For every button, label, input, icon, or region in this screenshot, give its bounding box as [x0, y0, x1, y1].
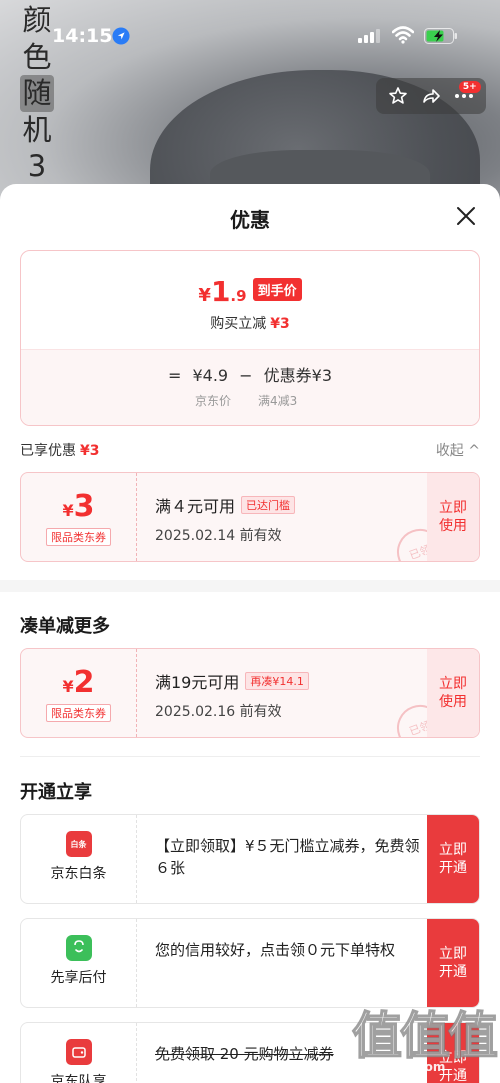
message-count-badge: 5+ — [458, 81, 481, 93]
title-char: 3 — [27, 149, 47, 183]
use-coupon-button[interactable]: 立即 使用 — [427, 473, 479, 561]
section-divider — [0, 580, 500, 592]
section-separator — [20, 756, 480, 757]
reduction-amount: ¥3 — [270, 316, 290, 332]
coupon-condition: 满19元可用 再凑¥14.1 — [155, 669, 309, 693]
cellular-signal-icon — [358, 29, 380, 43]
coupon-kind-tag: 限品类东券 — [46, 528, 111, 546]
coupon-card: ¥ 3 限品类东券 满４元可用 已达门槛 2025.02.14 前有效 已领 立… — [20, 472, 480, 562]
coupon-kind-tag: 限品类东券 — [46, 704, 111, 722]
price-summary-card: ¥ 1 .9 到手价 购买立减 ¥3 = ¥4.9 − 优惠券¥3 京东价 满4减… — [20, 250, 480, 426]
formula-coupon: 优惠券¥3 — [263, 366, 333, 385]
title-char: 随 — [20, 75, 54, 112]
formula-original-price: ¥4.9 — [192, 366, 229, 385]
pay-later-card: 先享后付 您的信用较好，点击领０元下单特权 立即 开通 — [20, 918, 480, 1008]
watermark-text: zhizhizhi.com — [354, 1060, 446, 1074]
coupon-status-flag: 再凑¥14.1 — [245, 672, 309, 690]
coupon-card: ¥ 2 限品类东券 满19元可用 再凑¥14.1 2025.02.16 前有效 … — [20, 648, 480, 738]
location-arrow-icon — [112, 27, 130, 45]
battery-charging-icon — [424, 28, 457, 44]
more-discount-title: 凑单减更多 — [20, 616, 110, 637]
purchase-reduction: 购买立减 ¥3 — [21, 313, 479, 333]
service-name: 京东队享 — [50, 1074, 107, 1083]
final-price: ¥ 1 .9 到手价 — [21, 275, 479, 308]
shopping-bag-icon — [65, 935, 92, 961]
final-price-integer: 1 — [210, 275, 231, 308]
baitiao-card: 白条 京东白条 【立即领取】¥５无门槛立减券，免费领６张 立即 开通 — [20, 814, 480, 904]
formula-minus: − — [239, 366, 253, 385]
close-icon[interactable] — [454, 204, 478, 228]
price-formula: = ¥4.9 − 优惠券¥3 — [21, 362, 479, 386]
open-now-button[interactable]: 立即 开通 — [427, 815, 479, 903]
baitiao-logo-text: 白条 — [70, 839, 87, 849]
baitiao-logo-icon: 白条 — [65, 831, 92, 857]
service-name: 京东白条 — [50, 866, 107, 882]
status-time: 14:15 — [52, 25, 113, 47]
enjoyed-discount: 已享优惠 ¥3 — [20, 440, 99, 460]
wallet-icon — [65, 1039, 92, 1065]
coupon-status-flag: 已达门槛 — [241, 496, 296, 514]
share-icon[interactable] — [420, 85, 442, 107]
coupon-condition-text: 满19元可用 — [155, 673, 240, 692]
coupon-amount: 3 — [73, 489, 95, 524]
coupon-currency: ¥ — [62, 677, 74, 696]
open-now-button[interactable]: 立即 开通 — [427, 919, 479, 1007]
discount-sheet: 优惠 ¥ 1 .9 到手价 购买立减 ¥3 = ¥4.9 − 优惠券¥3 京东价 … — [0, 184, 500, 1083]
service-description: 【立即领取】¥５无门槛立减券，免费领６张 — [155, 837, 420, 877]
coupon-expiry: 2025.02.14 前有效 — [155, 528, 282, 544]
final-price-decimal: .9 — [230, 287, 247, 305]
watermark-logo: 值值值 — [351, 1006, 499, 1066]
coupon-value: ¥ 2 — [21, 665, 136, 700]
coupon-rule-label: 满4减3 — [258, 394, 298, 408]
reduction-label: 购买立减 — [210, 316, 267, 332]
coupon-currency: ¥ — [62, 501, 74, 520]
coupon-value: ¥ 3 — [21, 489, 136, 524]
coupon-condition: 满４元可用 已达门槛 — [155, 493, 296, 517]
service-description: 您的信用较好，点击领０元下单特权 — [155, 941, 396, 959]
final-price-currency: ¥ — [198, 285, 211, 306]
collapse-toggle[interactable]: 收起 ^ — [436, 440, 480, 460]
enjoyed-amount: ¥3 — [80, 443, 100, 459]
final-price-tag: 到手价 — [252, 278, 302, 301]
sheet-title: 优惠 — [230, 208, 270, 232]
status-bar: 14:15 — [0, 22, 500, 52]
formula-equals: = — [167, 366, 182, 385]
favorite-star-icon[interactable] — [387, 85, 409, 107]
title-char: 机 — [22, 112, 52, 147]
open-benefits-title: 开通立享 — [20, 782, 92, 803]
service-name: 先享后付 — [50, 970, 107, 986]
wifi-icon — [392, 26, 414, 44]
use-coupon-button[interactable]: 立即 使用 — [427, 649, 479, 737]
more-options-icon[interactable]: 5+ — [453, 81, 481, 107]
coupon-condition-text: 满４元可用 — [155, 497, 236, 516]
original-price-label: 京东价 — [195, 394, 232, 408]
enjoyed-label: 已享优惠 — [20, 443, 76, 459]
coupon-amount: 2 — [73, 665, 95, 700]
coupon-expiry: 2025.02.16 前有效 — [155, 704, 282, 720]
header-actions: 5+ — [376, 78, 486, 114]
